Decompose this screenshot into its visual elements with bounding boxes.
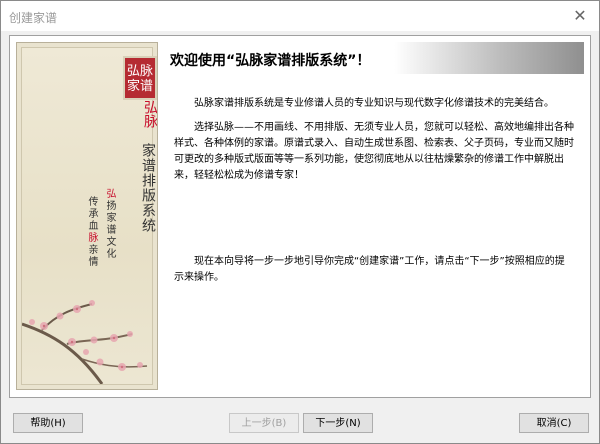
instruction-paragraph: 现在本向导将一步一步地引导你完成“创建家谱”工作，请点击“下一步”按照相应的提示… [174, 256, 565, 283]
help-button[interactable]: 帮助(H) [13, 413, 83, 433]
wizard-content: 弘脉家谱 弘脉 家谱排版系统 弘扬家谱文化 传承血脉亲情 欢迎使用“弘脉家谱排版… [9, 35, 591, 398]
close-icon[interactable]: ✕ [569, 5, 591, 27]
welcome-title: 欢迎使用“弘脉家谱排版系统”！ [170, 53, 371, 69]
wizard-window: 创建家谱 ✕ 弘脉家谱 弘脉 家谱排版系统 弘扬家谱文化 传承血脉亲情 欢迎使用… [0, 0, 600, 444]
banner-painting: 弘脉家谱 弘脉 家谱排版系统 弘扬家谱文化 传承血脉亲情 [21, 47, 157, 385]
title-bar: 创建家谱 ✕ [1, 1, 599, 31]
slogan-right: 弘扬家谱文化 [102, 188, 117, 260]
intro-paragraph: 弘脉家谱排版系统是专业修谱人员的专业知识与现代数字化修谱技术的完美结合。 [194, 98, 554, 109]
prev-button[interactable]: 上一步(B) [229, 413, 299, 433]
slogan-left-text-a: 传承血 [86, 196, 97, 232]
next-button[interactable]: 下一步(N) [303, 413, 373, 433]
slogan-left-red: 脉 [86, 232, 97, 244]
banner-title-red: 弘脉 [142, 100, 158, 128]
cancel-button[interactable]: 取消(C) [519, 413, 589, 433]
feature-paragraph: 选择弘脉——不用画线、不用排版、无须专业人员，您就可以轻松、高效地编排出各种样式… [174, 122, 574, 181]
banner-title: 家谱排版系统 [140, 143, 156, 233]
window-title: 创建家谱 [9, 11, 58, 25]
slogan-right-text: 扬家谱文化 [104, 200, 115, 260]
side-banner: 弘脉家谱 弘脉 家谱排版系统 弘扬家谱文化 传承血脉亲情 [16, 42, 158, 390]
welcome-header: 欢迎使用“弘脉家谱排版系统”！ [162, 42, 584, 74]
welcome-body: 弘脉家谱排版系统是专业修谱人员的专业知识与现代数字化修谱技术的完美结合。 选择弘… [174, 96, 574, 286]
slogan-right-red: 弘 [104, 188, 115, 200]
seal-stamp: 弘脉家谱 [123, 56, 157, 100]
plum-blossom-painting [22, 300, 148, 384]
